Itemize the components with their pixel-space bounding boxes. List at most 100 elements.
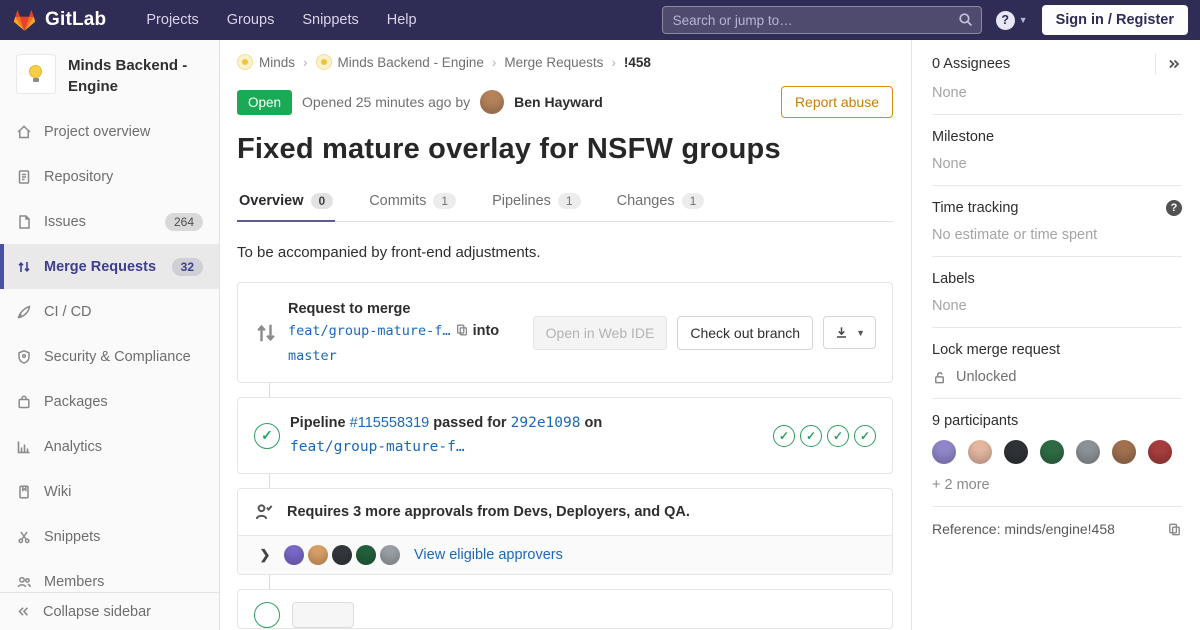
breadcrumb-separator: › <box>303 54 308 70</box>
time-tracking-help-icon[interactable]: ? <box>1166 200 1182 216</box>
pipeline-id-link[interactable]: #115558319 <box>350 415 430 431</box>
author-name[interactable]: Ben Hayward <box>514 94 603 110</box>
merge-action-card-partial <box>237 588 893 629</box>
avatar[interactable] <box>1148 440 1172 464</box>
sidebar-item-label: Issues <box>44 213 86 230</box>
avatar[interactable] <box>1112 440 1136 464</box>
sidebar-item-label: Packages <box>44 393 108 410</box>
merge-request-icon <box>18 261 30 272</box>
avatar[interactable] <box>1076 440 1100 464</box>
sidebar-item-merge-requests[interactable]: Merge Requests 32 <box>0 244 219 289</box>
pipeline-passed-icon[interactable]: ✓ <box>254 422 280 449</box>
target-branch-link[interactable]: master <box>288 348 337 364</box>
avatar[interactable] <box>284 544 304 565</box>
lock-block: Lock merge request Unlocked <box>932 328 1182 399</box>
sidebar-item-analytics[interactable]: Analytics <box>0 424 219 469</box>
help-dropdown[interactable]: ? ▼ <box>995 10 1028 30</box>
pipeline-stage-passed-icon[interactable]: ✓ <box>800 424 822 447</box>
avatar[interactable] <box>1040 440 1064 464</box>
avatar[interactable] <box>380 544 400 565</box>
download-icon <box>837 327 847 338</box>
breadcrumb-merge-requests[interactable]: Merge Requests <box>504 55 603 70</box>
sidebar-item-ci-cd[interactable]: CI / CD <box>0 289 219 334</box>
brand-wordmark: GitLab <box>45 9 107 30</box>
pipeline-branch-link[interactable]: feat/group-mature-f… <box>290 439 465 455</box>
reference-block: Reference: minds/engine!458 <box>932 507 1182 550</box>
sidebar-item-wiki[interactable]: Wiki <box>0 469 219 514</box>
pipeline-stage-passed-icon[interactable]: ✓ <box>827 424 849 447</box>
sidebar-item-project-overview[interactable]: Project overview <box>0 109 219 154</box>
collapse-sidebar-button[interactable]: Collapse sidebar <box>0 592 219 630</box>
global-search <box>661 6 982 34</box>
tab-count-badge: 1 <box>557 193 581 209</box>
chevron-double-left-icon <box>18 607 29 616</box>
count-badge: 32 <box>171 257 203 276</box>
download-dropdown-button[interactable]: ▼ <box>823 316 876 350</box>
sidebar-item-label: CI / CD <box>44 303 92 320</box>
open-web-ide-button[interactable]: Open in Web IDE <box>532 315 668 350</box>
sidebar-item-label: Merge Requests <box>44 258 157 275</box>
labels-block: Labels None <box>932 257 1182 328</box>
avatar[interactable] <box>356 544 376 565</box>
into-label: into <box>472 323 500 340</box>
copy-icon <box>1169 523 1180 535</box>
tab-pipelines[interactable]: Pipelines 1 <box>490 182 583 222</box>
avatar[interactable] <box>480 90 505 114</box>
participants-more-link[interactable]: + 2 more <box>932 477 1182 493</box>
sidebar-item-packages[interactable]: Packages <box>0 379 219 424</box>
count-badge: 264 <box>164 212 203 231</box>
copy-branch-icon[interactable] <box>455 322 469 344</box>
merge-button-partial[interactable] <box>292 601 354 628</box>
nav-link-snippets[interactable]: Snippets <box>288 0 372 40</box>
time-tracking-value: No estimate or time spent <box>932 227 1098 243</box>
chevron-down-icon: ▼ <box>856 327 865 338</box>
status-badge-open: Open <box>237 89 293 115</box>
gitlab-brand[interactable]: GitLab <box>12 8 106 32</box>
view-eligible-approvers-link[interactable]: View eligible approvers <box>414 547 563 563</box>
nav-link-help[interactable]: Help <box>373 0 431 40</box>
expand-approvers-chevron-icon[interactable]: ❯ <box>254 547 276 563</box>
mr-tabs: Overview 0 Commits 1 Pipelines 1 Changes… <box>237 182 893 222</box>
breadcrumb-project[interactable]: Minds Backend - Engine <box>315 54 484 70</box>
avatar[interactable] <box>332 544 352 565</box>
avatar[interactable] <box>968 440 992 464</box>
source-branch-link[interactable]: feat/group-mature-f… <box>288 323 451 339</box>
milestone-value: None <box>932 156 967 172</box>
breadcrumb: Minds › Minds Backend - Engine › Merge R… <box>237 40 893 82</box>
project-header[interactable]: Minds Backend - Engine <box>0 40 219 109</box>
avatar[interactable] <box>1004 440 1028 464</box>
breadcrumb-label: Minds Backend - Engine <box>337 54 484 70</box>
search-input[interactable] <box>661 6 982 34</box>
search-icon[interactable] <box>957 11 974 33</box>
breadcrumb-group[interactable]: Minds <box>237 54 295 70</box>
pipeline-stage-passed-icon[interactable]: ✓ <box>854 424 876 447</box>
avatar[interactable] <box>932 440 956 464</box>
avatar[interactable] <box>308 544 328 565</box>
sidebar-item-repository[interactable]: Repository <box>0 154 219 199</box>
request-to-merge-card: Request to merge feat/group-mature-f… int… <box>237 282 893 384</box>
collapse-right-sidebar-icon[interactable] <box>1166 56 1182 72</box>
unlock-icon <box>935 371 944 383</box>
labels-title: Labels <box>932 271 975 287</box>
report-abuse-button[interactable]: Report abuse <box>780 86 893 118</box>
group-avatar <box>237 54 253 70</box>
check-out-branch-button[interactable]: Check out branch <box>677 315 814 350</box>
pipeline-stage-passed-icon[interactable]: ✓ <box>773 424 795 447</box>
reference-text: Reference: minds/engine!458 <box>932 521 1115 537</box>
sidebar-item-security-compliance[interactable]: Security & Compliance <box>0 334 219 379</box>
copy-reference-button[interactable] <box>1167 522 1182 537</box>
scissors-icon <box>18 531 30 543</box>
sign-in-button[interactable]: Sign in / Register <box>1041 5 1188 35</box>
tab-count-badge: 1 <box>681 193 705 209</box>
commit-sha-link[interactable]: 292e1098 <box>511 415 581 431</box>
chevron-down-icon: ▼ <box>1018 15 1028 25</box>
tab-changes[interactable]: Changes 1 <box>615 182 707 222</box>
tab-commits[interactable]: Commits 1 <box>367 182 458 222</box>
nav-link-projects[interactable]: Projects <box>132 0 212 40</box>
tab-overview[interactable]: Overview 0 <box>237 182 336 222</box>
breadcrumb-label: Merge Requests <box>504 54 604 70</box>
sidebar-item-label: Members <box>44 573 105 590</box>
sidebar-item-issues[interactable]: Issues 264 <box>0 199 219 244</box>
sidebar-item-snippets[interactable]: Snippets <box>0 514 219 559</box>
nav-link-groups[interactable]: Groups <box>213 0 289 40</box>
